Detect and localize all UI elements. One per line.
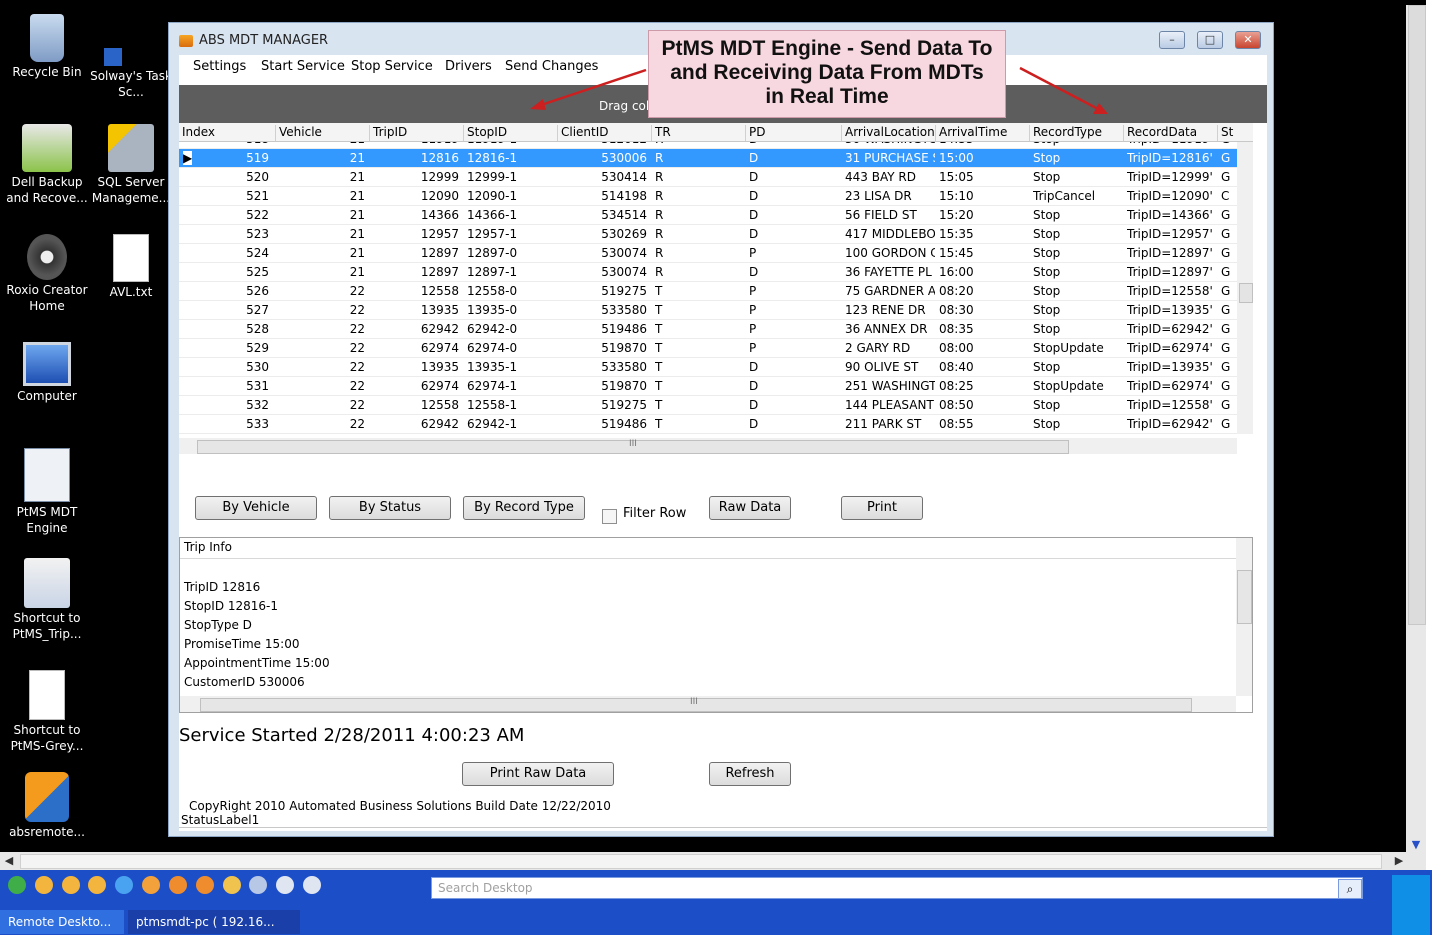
scroll-left-icon[interactable]: ◀ [0,852,18,870]
user-icon[interactable] [61,876,80,894]
annotation-arrows [530,66,1108,114]
app-icon[interactable] [222,876,241,894]
search-icon[interactable]: ⌕ [1338,879,1362,899]
annotation-arrowhead-left [530,99,546,110]
desktop-vertical-scrollbar[interactable]: ▼ [1406,5,1426,853]
browser-icon[interactable] [115,876,134,894]
taskbar-button-remote-desktop[interactable]: Remote Deskto... [0,910,124,934]
desktop-horizontal-scrollbar[interactable]: ◀ ▶ [0,852,1426,870]
app-icon[interactable] [195,876,214,894]
app-icon[interactable] [276,876,295,894]
quick-launch [8,876,326,902]
quick-launch-icon[interactable] [8,876,26,894]
app-icon[interactable] [303,876,322,894]
search-desktop-input[interactable]: Search Desktop [431,877,1363,899]
annotation-arrow-left [537,68,647,108]
scroll-right-icon[interactable]: ▶ [1390,852,1408,870]
folder-icon[interactable] [142,876,161,894]
users-icon[interactable] [88,876,107,894]
scrollbar-thumb[interactable] [1408,5,1426,625]
taskbar-button-ptmsmdt-pc[interactable]: ptmsmdt-pc ( 192.16... [128,910,300,934]
system-tray[interactable] [1392,875,1430,935]
app-icon[interactable] [249,876,268,894]
scroll-down-icon[interactable]: ▼ [1408,837,1424,853]
app-icon[interactable] [168,876,187,894]
scrollbar-thumb[interactable] [20,854,1382,869]
desktop: Recycle Bin Solway's Task Sc... Dell Bac… [0,0,1426,870]
annotation-arrow-right [1019,66,1101,112]
user-icon[interactable] [34,876,53,894]
